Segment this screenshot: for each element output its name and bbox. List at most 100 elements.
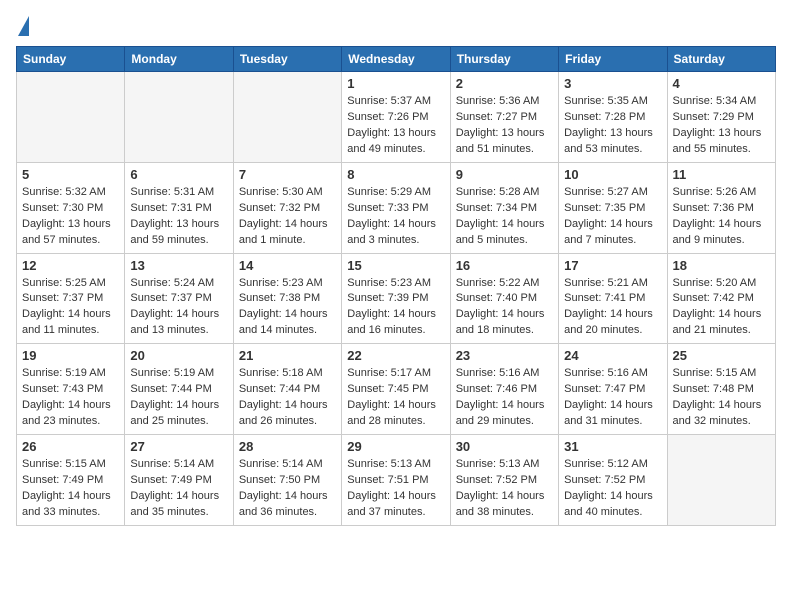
table-row: 1 Sunrise: 5:37 AMSunset: 7:26 PMDaylight… xyxy=(342,72,450,163)
day-info: Sunrise: 5:13 AMSunset: 7:51 PMDaylight:… xyxy=(347,457,444,521)
day-info: Sunrise: 5:18 AMSunset: 7:44 PMDaylight:… xyxy=(239,366,336,430)
table-row: 28 Sunrise: 5:14 AMSunset: 7:50 PMDayligh… xyxy=(233,435,341,526)
table-row: 20Sunrise: 5:19 AMSunset: 7:44 PMDayligh… xyxy=(125,344,233,435)
day-info: Sunrise: 5:29 AMSunset: 7:33 PMDaylight:… xyxy=(347,185,444,249)
day-info: Sunrise: 5:19 AMSunset: 7:44 PMDaylight:… xyxy=(130,366,227,430)
day-info: Sunrise: 5:16 AMSunset: 7:46 PMDaylight:… xyxy=(456,366,553,430)
table-row: 15 Sunrise: 5:23 AMSunset: 7:39 PMDayligh… xyxy=(342,253,450,344)
table-row xyxy=(667,435,775,526)
table-row: 10 Sunrise: 5:27 AMSunset: 7:35 PMDayligh… xyxy=(559,162,667,253)
header-thursday: Thursday xyxy=(450,47,558,72)
day-info: Sunrise: 5:14 AMSunset: 7:50 PMDaylight:… xyxy=(239,457,336,521)
day-info: Sunrise: 5:16 AMSunset: 7:47 PMDaylight:… xyxy=(564,366,661,430)
day-number: 25 xyxy=(673,348,770,363)
table-row: 25 Sunrise: 5:15 AMSunset: 7:48 PMDayligh… xyxy=(667,344,775,435)
day-number: 21 xyxy=(239,348,336,363)
table-row: 13 Sunrise: 5:24 AMSunset: 7:37 PMDayligh… xyxy=(125,253,233,344)
table-row: 22Sunrise: 5:17 AMSunset: 7:45 PMDayligh… xyxy=(342,344,450,435)
day-number: 17 xyxy=(564,258,661,273)
logo-triangle-icon xyxy=(18,16,29,36)
table-row: 19 Sunrise: 5:19 AMSunset: 7:43 PMDayligh… xyxy=(17,344,125,435)
day-number: 24 xyxy=(564,348,661,363)
day-number: 6 xyxy=(130,167,227,182)
day-number: 15 xyxy=(347,258,444,273)
table-row: 14Sunrise: 5:23 AMSunset: 7:38 PMDayligh… xyxy=(233,253,341,344)
day-info: Sunrise: 5:34 AMSunset: 7:29 PMDaylight:… xyxy=(673,94,770,158)
day-info: Sunrise: 5:15 AMSunset: 7:49 PMDaylight:… xyxy=(22,457,119,521)
table-row: 29 Sunrise: 5:13 AMSunset: 7:51 PMDayligh… xyxy=(342,435,450,526)
table-row: 26 Sunrise: 5:15 AMSunset: 7:49 PMDayligh… xyxy=(17,435,125,526)
day-number: 9 xyxy=(456,167,553,182)
day-info: Sunrise: 5:35 AMSunset: 7:28 PMDaylight:… xyxy=(564,94,661,158)
table-row: 9 Sunrise: 5:28 AMSunset: 7:34 PMDaylight… xyxy=(450,162,558,253)
day-number: 14 xyxy=(239,258,336,273)
day-number: 5 xyxy=(22,167,119,182)
day-number: 30 xyxy=(456,439,553,454)
table-row: 18 Sunrise: 5:20 AMSunset: 7:42 PMDayligh… xyxy=(667,253,775,344)
header-monday: Monday xyxy=(125,47,233,72)
table-row: 7 Sunrise: 5:30 AMSunset: 7:32 PMDaylight… xyxy=(233,162,341,253)
day-number: 23 xyxy=(456,348,553,363)
day-info: Sunrise: 5:20 AMSunset: 7:42 PMDaylight:… xyxy=(673,276,770,340)
table-row: 17 Sunrise: 5:21 AMSunset: 7:41 PMDayligh… xyxy=(559,253,667,344)
day-info: Sunrise: 5:32 AMSunset: 7:30 PMDaylight:… xyxy=(22,185,119,249)
calendar-header-row: Sunday Monday Tuesday Wednesday Thursday… xyxy=(17,47,776,72)
day-number: 12 xyxy=(22,258,119,273)
table-row: 21 Sunrise: 5:18 AMSunset: 7:44 PMDayligh… xyxy=(233,344,341,435)
header-sunday: Sunday xyxy=(17,47,125,72)
day-number: 16 xyxy=(456,258,553,273)
day-info: Sunrise: 5:22 AMSunset: 7:40 PMDaylight:… xyxy=(456,276,553,340)
page-header xyxy=(16,16,776,34)
day-info: Sunrise: 5:19 AMSunset: 7:43 PMDaylight:… xyxy=(22,366,119,430)
header-wednesday: Wednesday xyxy=(342,47,450,72)
day-info: Sunrise: 5:28 AMSunset: 7:34 PMDaylight:… xyxy=(456,185,553,249)
calendar-table: Sunday Monday Tuesday Wednesday Thursday… xyxy=(16,46,776,526)
day-info: Sunrise: 5:37 AMSunset: 7:26 PMDaylight:… xyxy=(347,94,444,158)
day-number: 27 xyxy=(130,439,227,454)
day-number: 26 xyxy=(22,439,119,454)
header-saturday: Saturday xyxy=(667,47,775,72)
day-number: 29 xyxy=(347,439,444,454)
logo xyxy=(16,16,29,34)
table-row xyxy=(233,72,341,163)
table-row: 6Sunrise: 5:31 AMSunset: 7:31 PMDaylight… xyxy=(125,162,233,253)
table-row: 16 Sunrise: 5:22 AMSunset: 7:40 PMDayligh… xyxy=(450,253,558,344)
day-number: 13 xyxy=(130,258,227,273)
table-row: 24 Sunrise: 5:16 AMSunset: 7:47 PMDayligh… xyxy=(559,344,667,435)
day-info: Sunrise: 5:13 AMSunset: 7:52 PMDaylight:… xyxy=(456,457,553,521)
day-info: Sunrise: 5:23 AMSunset: 7:39 PMDaylight:… xyxy=(347,276,444,340)
day-number: 19 xyxy=(22,348,119,363)
day-number: 10 xyxy=(564,167,661,182)
day-info: Sunrise: 5:24 AMSunset: 7:37 PMDaylight:… xyxy=(130,276,227,340)
header-tuesday: Tuesday xyxy=(233,47,341,72)
day-info: Sunrise: 5:12 AMSunset: 7:52 PMDaylight:… xyxy=(564,457,661,521)
table-row: 30 Sunrise: 5:13 AMSunset: 7:52 PMDayligh… xyxy=(450,435,558,526)
day-number: 11 xyxy=(673,167,770,182)
day-number: 28 xyxy=(239,439,336,454)
day-number: 7 xyxy=(239,167,336,182)
day-number: 4 xyxy=(673,76,770,91)
day-number: 3 xyxy=(564,76,661,91)
table-row: 5 Sunrise: 5:32 AMSunset: 7:30 PMDaylight… xyxy=(17,162,125,253)
day-number: 8 xyxy=(347,167,444,182)
table-row: 3 Sunrise: 5:35 AMSunset: 7:28 PMDaylight… xyxy=(559,72,667,163)
day-number: 22 xyxy=(347,348,444,363)
day-info: Sunrise: 5:27 AMSunset: 7:35 PMDaylight:… xyxy=(564,185,661,249)
day-info: Sunrise: 5:36 AMSunset: 7:27 PMDaylight:… xyxy=(456,94,553,158)
day-number: 18 xyxy=(673,258,770,273)
day-number: 2 xyxy=(456,76,553,91)
day-info: Sunrise: 5:15 AMSunset: 7:48 PMDaylight:… xyxy=(673,366,770,430)
table-row: 4 Sunrise: 5:34 AMSunset: 7:29 PMDaylight… xyxy=(667,72,775,163)
table-row: 8 Sunrise: 5:29 AMSunset: 7:33 PMDaylight… xyxy=(342,162,450,253)
table-row xyxy=(125,72,233,163)
table-row: 27Sunrise: 5:14 AMSunset: 7:49 PMDayligh… xyxy=(125,435,233,526)
table-row: 31Sunrise: 5:12 AMSunset: 7:52 PMDayligh… xyxy=(559,435,667,526)
day-info: Sunrise: 5:21 AMSunset: 7:41 PMDaylight:… xyxy=(564,276,661,340)
table-row: 11Sunrise: 5:26 AMSunset: 7:36 PMDayligh… xyxy=(667,162,775,253)
day-info: Sunrise: 5:25 AMSunset: 7:37 PMDaylight:… xyxy=(22,276,119,340)
day-number: 1 xyxy=(347,76,444,91)
table-row: 23 Sunrise: 5:16 AMSunset: 7:46 PMDayligh… xyxy=(450,344,558,435)
table-row: 2 Sunrise: 5:36 AMSunset: 7:27 PMDaylight… xyxy=(450,72,558,163)
header-friday: Friday xyxy=(559,47,667,72)
day-info: Sunrise: 5:30 AMSunset: 7:32 PMDaylight:… xyxy=(239,185,336,249)
